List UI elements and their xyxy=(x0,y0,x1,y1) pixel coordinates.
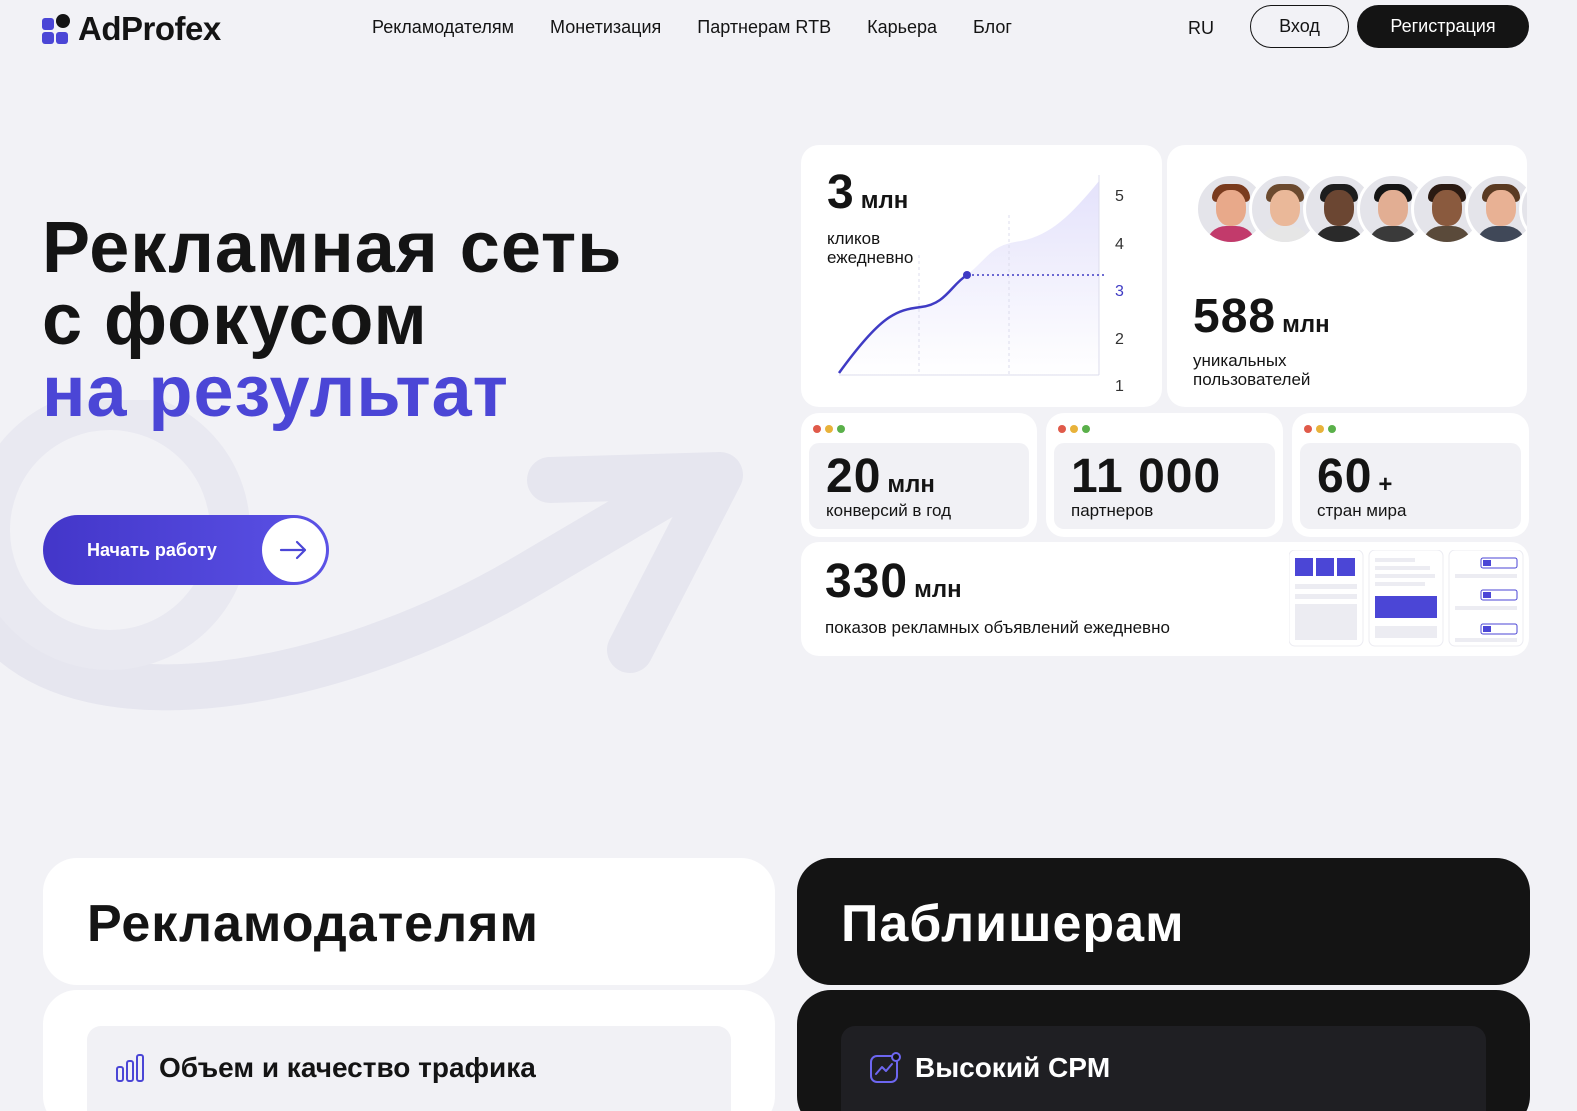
growth-chart-icon xyxy=(870,1052,901,1083)
clicks-value-block: 3 млн xyxy=(827,169,908,217)
users-value-block: 588 млн xyxy=(1193,293,1330,341)
nav-advertisers[interactable]: Рекламодателям xyxy=(372,17,514,38)
avatar-group xyxy=(1195,173,1527,245)
axis-tick-4: 4 xyxy=(1115,235,1124,253)
ad-layouts-illustration xyxy=(1289,550,1524,647)
window-dots-icon xyxy=(1304,425,1336,433)
stat-card-impressions: 330 млн показов рекламных объявлений ежед… xyxy=(801,542,1529,656)
nav-monetization[interactable]: Монетизация xyxy=(550,17,661,38)
start-button[interactable]: Начать работу xyxy=(43,515,329,585)
register-button[interactable]: Регистрация xyxy=(1357,5,1529,48)
start-button-label: Начать работу xyxy=(87,539,217,560)
stat-card-users: 588 млн уникальных пользователей xyxy=(1167,145,1527,407)
advertisers-panel-title: Рекламодателям xyxy=(87,895,539,953)
window-dots-icon xyxy=(813,425,845,433)
advertisers-feature-card: Объем и качество трафика xyxy=(87,1026,731,1111)
users-label-line-2: пользователей xyxy=(1193,370,1311,389)
axis-tick-1: 1 xyxy=(1115,378,1124,395)
publishers-panel-title: Паблишерам xyxy=(841,895,1185,953)
stat-card-clicks: 3 млн кликов ежедневно 5 4 3 2 1 xyxy=(801,145,1162,407)
conversions-value: 20 xyxy=(826,450,882,503)
nav-blog[interactable]: Блог xyxy=(973,17,1012,38)
axis-tick-5: 5 xyxy=(1115,188,1124,205)
users-unit: млн xyxy=(1282,311,1330,338)
partners-value: 11 000 xyxy=(1071,450,1222,503)
bar-chart-icon xyxy=(116,1054,144,1082)
publishers-panel-header[interactable]: Паблишерам xyxy=(797,858,1530,985)
publishers-feature-title: Высокий CPM xyxy=(915,1052,1111,1083)
countries-value: 60 xyxy=(1317,450,1373,503)
logo-mark-icon xyxy=(42,14,70,44)
hero-line-1: Рекламная сеть xyxy=(42,208,623,288)
logo[interactable]: AdProfex xyxy=(42,10,221,48)
partners-label: партнеров xyxy=(1071,501,1154,520)
nav-career[interactable]: Карьера xyxy=(867,17,937,38)
users-value: 588 xyxy=(1193,290,1277,343)
logo-text: AdProfex xyxy=(78,10,221,47)
advertisers-feature-title: Объем и качество трафика xyxy=(159,1052,536,1083)
arrow-right-icon xyxy=(262,518,326,582)
advertisers-panel-header[interactable]: Рекламодателям xyxy=(43,858,775,985)
impressions-label: показов рекламных объявлений ежедневно xyxy=(825,618,1170,637)
conversions-label: конверсий в год xyxy=(826,501,952,520)
language-switcher[interactable]: RU xyxy=(1188,18,1214,39)
impressions-unit: млн xyxy=(914,576,962,603)
publishers-feature-card: Высокий CPM xyxy=(841,1026,1486,1111)
hero-line-2: с фокусом xyxy=(42,280,428,360)
clicks-label-line-1: кликов xyxy=(827,229,881,248)
chart-y-axis: 5 4 3 2 1 xyxy=(1115,173,1124,411)
clicks-label-line-2: ежедневно xyxy=(827,248,914,267)
nav-rtb-partners[interactable]: Партнерам RTB xyxy=(697,17,831,38)
publishers-panel-body: Высокий CPM xyxy=(797,990,1530,1111)
countries-unit: + xyxy=(1378,471,1393,498)
window-dots-icon xyxy=(1058,425,1090,433)
impressions-value: 330 xyxy=(825,555,909,608)
avatar xyxy=(1465,173,1527,245)
login-button[interactable]: Вход xyxy=(1250,5,1349,48)
advertisers-panel-body: Объем и качество трафика xyxy=(43,990,775,1111)
stat-card-countries: 60 + стран мира xyxy=(1292,413,1529,537)
site-header: AdProfex Рекламодателям Монетизация Парт… xyxy=(0,0,1577,56)
conversions-unit: млн xyxy=(887,471,935,498)
hero-line-3: на результат xyxy=(42,352,509,432)
users-label-line-1: уникальных xyxy=(1193,351,1287,370)
main-nav: Рекламодателям Монетизация Партнерам RTB… xyxy=(372,17,1012,38)
clicks-value: 3 xyxy=(827,166,855,219)
stat-card-partners: 11 000 партнеров xyxy=(1046,413,1283,537)
clicks-unit: млн xyxy=(860,187,909,214)
axis-tick-3: 3 xyxy=(1115,283,1124,300)
countries-label: стран мира xyxy=(1317,501,1407,520)
hero-title: Рекламная сеть с фокусом на результат xyxy=(42,212,622,428)
users-label: уникальных пользователей xyxy=(1193,351,1310,389)
stat-card-conversions: 20 млн конверсий в год xyxy=(801,413,1037,537)
clicks-label: кликов ежедневно xyxy=(827,229,913,267)
axis-tick-2: 2 xyxy=(1115,330,1124,348)
